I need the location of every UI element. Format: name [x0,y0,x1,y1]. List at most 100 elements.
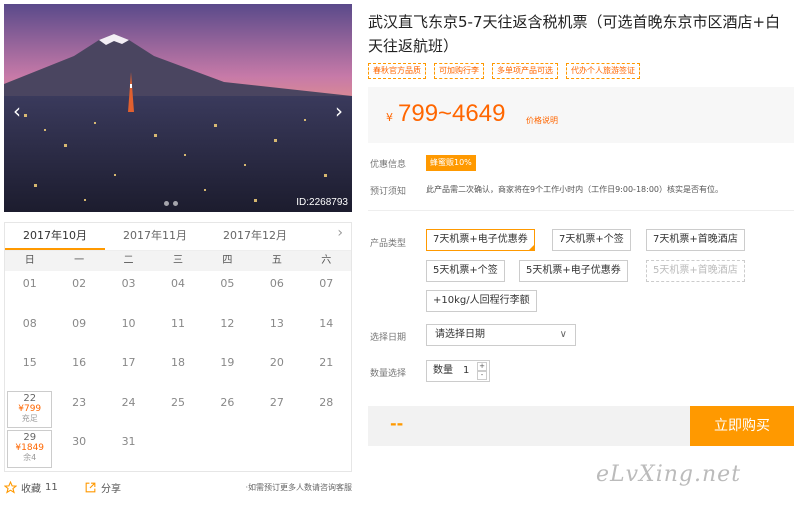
option-5d-ticket-coupon[interactable]: 5天机票+电子优惠券 [519,260,628,282]
product-tag: 多单项产品可选 [492,63,558,79]
calendar-grid: 01 02 03 04 05 06 07 08 09 10 11 12 13 14 15 16 17 18 19 20… [5,271,351,469]
hero-prev-arrow-icon[interactable]: ‹ [10,100,24,122]
day-price: ¥799 [18,403,42,414]
hero-next-arrow-icon[interactable]: › [332,100,346,122]
calendar-day: 18 [170,356,185,369]
weekday-label: 二 [123,255,134,266]
tab-month-oct[interactable]: 2017年10月 [5,223,105,250]
calendar-day: 12 [220,316,235,330]
calendar-day: 14 [319,316,334,330]
calendar-day: 01 [22,277,37,290]
section-divider [368,210,794,211]
share-icon [85,482,96,493]
calendar-day: 20 [269,356,284,369]
weekday-label: 六 [321,255,332,266]
calendar-day: 23 [72,395,87,409]
day-stock: 充足 [21,413,38,423]
booking-notice: 此产品需二次确认，商家将在9个工作小时内（工作日9:00-18:00）核实是否有… [426,185,723,194]
day-number: 22 [23,392,37,404]
day-stock: 余4 [23,453,37,462]
calendar-day: 06 [269,277,284,290]
tokyo-fuji-photo [4,4,352,212]
weekday-label: 三 [172,255,183,266]
day-number: 29 [23,432,37,443]
star-icon [4,481,17,494]
quantity-field-label: 数量 [433,365,453,376]
tab-month-dec[interactable]: 2017年12月 [205,223,305,250]
discount-badge: 蜂蜜贩10% [426,155,476,171]
discount-label: 优惠信息 [370,160,407,170]
weekday-label: 一 [74,255,85,266]
option-5d-ticket-visa[interactable]: 5天机票+个签 [426,260,505,282]
quantity-minus-button[interactable]: - [477,371,487,380]
share-label: 分享 [101,484,121,495]
calendar-day: 28 [319,395,334,409]
calendar-day: 17 [121,356,136,369]
calendar-day: 10 [121,316,136,330]
calendar-day: 09 [72,316,87,330]
calendar-day: 02 [72,277,87,290]
price-explanation-link[interactable]: 价格说明 [526,115,558,126]
total-price: -- [390,414,404,433]
calendar-day: 04 [170,277,185,290]
calendar-day-available[interactable]: 29 ¥1849 余4 [7,430,53,468]
price-range: 799~4649 [398,100,506,127]
action-bar: 收藏 11 分享 ·如需预订更多人数请咨询客服 [4,480,352,496]
calendar-day: 31 [121,435,136,448]
site-watermark: eLvXing.net [596,462,742,487]
product-hero-image[interactable]: ‹ › ID:2268793 [4,4,352,212]
calendar-weekday-header: 日一二三四五六 [5,251,351,271]
day-price: ¥1849 [15,443,45,453]
notice-label: 预订须知 [370,187,407,197]
calendar-day: 16 [72,356,87,369]
tab-month-nov[interactable]: 2017年11月 [105,223,205,250]
option-extra-luggage[interactable]: +10kg/人回程行李额 [426,290,537,312]
calendar-day: 07 [319,277,334,290]
calendar-empty-cell [203,429,252,469]
calendar-day: 24 [121,395,136,409]
weekday-label: 日 [24,255,35,266]
chevron-down-icon: ∨ [559,329,567,340]
price-currency: ¥ [386,111,393,124]
product-tag: 可加购行李 [434,63,484,79]
date-label: 选择日期 [370,333,407,343]
calendar-day: 25 [170,395,185,409]
calendar-empty-cell [252,429,301,469]
quantity-label: 数量选择 [370,369,407,379]
share-button[interactable]: 分享 [84,480,121,495]
option-7d-ticket-coupon[interactable]: 7天机票+电子优惠券 [426,229,535,251]
calendar-day: 13 [269,316,284,330]
hero-dot[interactable] [173,201,178,206]
quantity-value[interactable]: 1 [463,361,469,381]
buy-now-button[interactable]: 立即购买 [690,406,794,446]
quantity-plus-button[interactable]: + [477,362,487,371]
calendar-day: 30 [72,435,87,448]
purchase-bar: -- 立即购买 [368,406,794,446]
product-type-label: 产品类型 [370,239,407,249]
favorite-label: 收藏 [21,484,41,495]
favorite-button[interactable]: 收藏 11 [4,480,58,495]
weekday-label: 四 [222,255,233,266]
calendar-day: 05 [220,277,235,290]
calendar-day: 19 [220,356,235,369]
calendar-day: 15 [22,356,37,369]
hero-pagination-dots [164,201,178,206]
date-select[interactable]: 请选择日期 ∨ [426,324,576,346]
calendar-day: 27 [269,395,284,409]
product-tag: 代办个人旅游签证 [566,63,640,79]
calendar-day: 03 [121,277,136,290]
quantity-stepper: 数量 1 + - [426,360,490,382]
price-calendar: 2017年10月 2017年11月 2017年12月 › 日一二三四五六 01 0… [4,222,352,472]
favorite-count: 11 [45,482,58,493]
price-panel: ¥ 799~4649 价格说明 [368,87,794,143]
calendar-day: 26 [220,395,235,409]
calendar-next-icon[interactable]: › [337,225,343,241]
option-7d-ticket-hotel[interactable]: 7天机票+首晚酒店 [646,229,745,251]
option-5d-ticket-hotel: 5天机票+首晚酒店 [646,260,745,282]
consult-note: ·如需预订更多人数请咨询客服 [245,483,352,492]
calendar-day: 21 [319,356,334,369]
calendar-day-available[interactable]: 22 ¥799 充足 [7,390,53,428]
calendar-day: 11 [170,316,185,330]
option-7d-ticket-visa[interactable]: 7天机票+个签 [552,229,631,251]
hero-dot[interactable] [164,201,169,206]
